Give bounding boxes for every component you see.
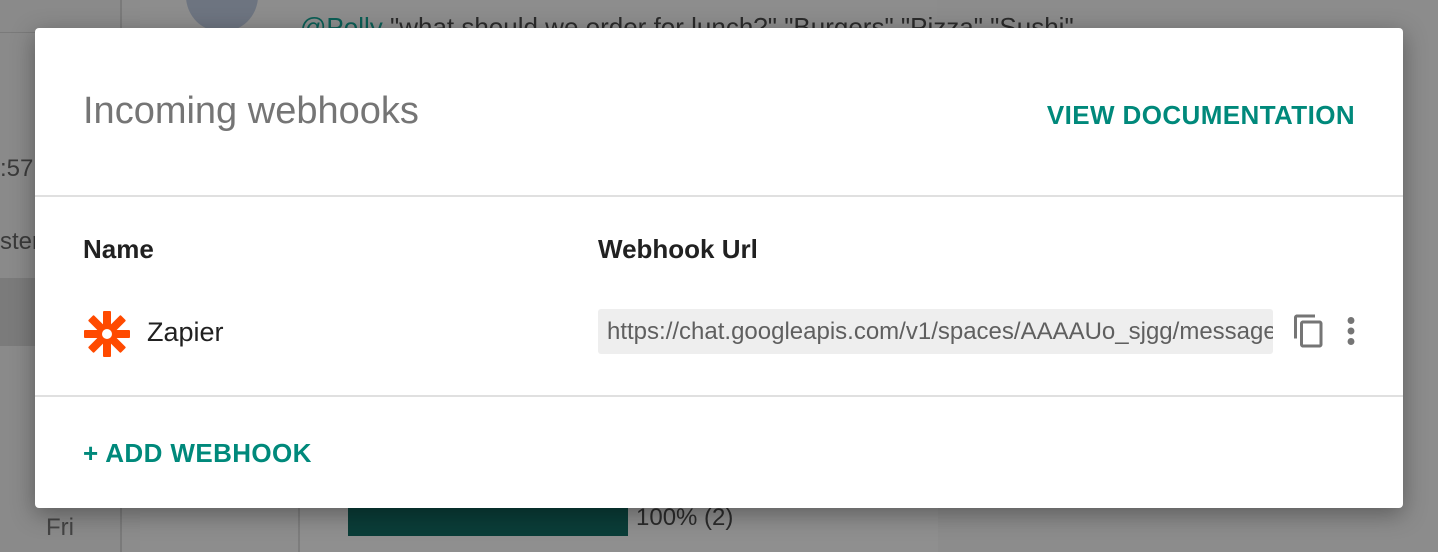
background-user-label: ster: [0, 228, 41, 255]
header-divider: [35, 195, 1403, 197]
dialog-title: Incoming webhooks: [83, 90, 419, 132]
background-timestamp: :57: [0, 155, 34, 182]
more-vert-icon[interactable]: [1339, 313, 1363, 349]
incoming-webhooks-dialog: Incoming webhooks VIEW DOCUMENTATION Nam…: [35, 28, 1403, 508]
url-column-header: Webhook Url: [598, 234, 758, 264]
background-poll-result: 100% (2): [636, 504, 734, 531]
background-day-label: Fri: [46, 514, 74, 541]
footer-divider: [35, 395, 1403, 397]
webhook-url-field[interactable]: https://chat.googleapis.com/v1/spaces/AA…: [598, 309, 1273, 354]
add-webhook-button[interactable]: + ADD WEBHOOK: [83, 438, 312, 469]
webhook-url-text[interactable]: https://chat.googleapis.com/v1/spaces/AA…: [607, 318, 1273, 346]
name-column-header: Name: [83, 234, 154, 264]
background-poll-bar: [348, 508, 628, 536]
view-documentation-button[interactable]: VIEW DOCUMENTATION: [1047, 100, 1355, 131]
webhook-name: Zapier: [147, 317, 224, 347]
copy-icon[interactable]: [1291, 313, 1327, 349]
zapier-icon: [84, 311, 130, 357]
